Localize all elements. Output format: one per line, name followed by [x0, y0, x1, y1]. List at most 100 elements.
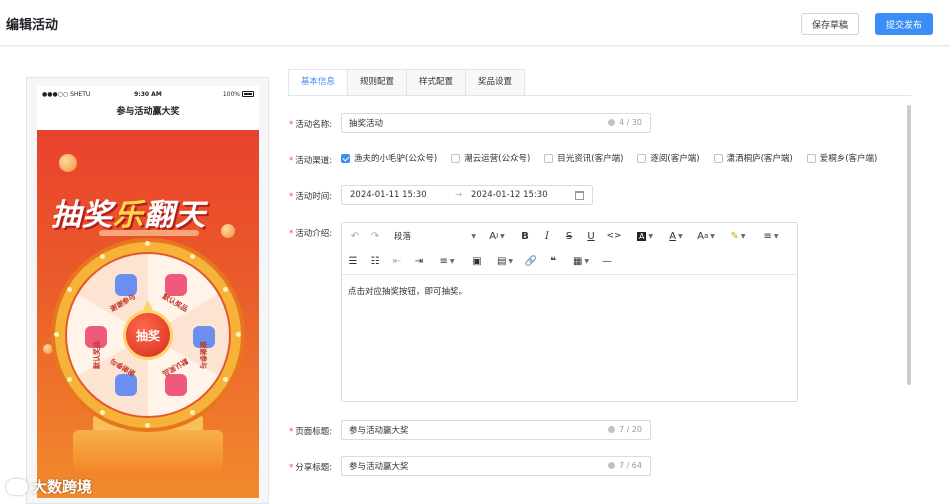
tab-style-config[interactable]: 样式配置: [406, 69, 467, 95]
tab-prize-settings[interactable]: 奖品设置: [465, 69, 526, 95]
activity-name-value: 抽奖活动: [349, 119, 384, 129]
outdent-icon[interactable]: ⇤: [390, 253, 404, 269]
underline-icon[interactable]: U: [584, 228, 598, 244]
activity-poster: 抽奖乐翻天 谢谢参与 默认奖品 谢谢参与 默认奖品 谢谢参与 默认奖品 抽奖: [37, 130, 259, 498]
tab-divider: [288, 95, 911, 96]
activity-name-input[interactable]: 抽奖活动 4 / 30: [341, 113, 651, 133]
watermark: 大数跨境: [6, 476, 92, 497]
wheel-segment-label: 谢谢参与: [199, 341, 207, 369]
activity-intro-label: * 活动介绍:: [289, 229, 333, 239]
font-style-icon[interactable]: Aa ▼: [694, 228, 718, 244]
page-title-value: 参与活动赢大奖: [349, 426, 409, 436]
checkbox-icon[interactable]: [451, 153, 461, 163]
chevron-down-icon: ▼: [471, 232, 476, 240]
calendar-icon[interactable]: [575, 191, 584, 200]
tab-rule-config[interactable]: 规则配置: [347, 69, 408, 95]
share-title-value: 参与活动赢大奖: [349, 462, 409, 472]
submit-publish-button[interactable]: 提交发布: [875, 13, 933, 35]
strikethrough-icon[interactable]: S: [562, 228, 576, 244]
editor-toolbar: ↶ ↷ 段落 ▼ A I ▼ B I S U <> A ▼ A ▼ Aa ▼ ✎ ▼ ≡ ▼ ☰…: [342, 223, 797, 275]
rich-text-editor: ↶ ↷ 段落 ▼ A I ▼ B I S U <> A ▼ A ▼ Aa ▼ ✎ ▼ ≡ ▼ ☰…: [341, 222, 798, 402]
checkbox-icon[interactable]: [637, 153, 647, 163]
end-date: 2024-01-12 15:30: [471, 190, 548, 200]
phone-screen: ●●●○○ SHETU 9:30 AM 100% 参与活动赢大奖 抽奖乐翻天 谢…: [37, 86, 259, 498]
table-icon[interactable]: ▦ ▼: [568, 253, 594, 269]
coin-decoration-icon: [59, 154, 77, 172]
prize-icon: [115, 374, 137, 396]
checkbox-icon[interactable]: [713, 153, 723, 163]
tab-basic-info[interactable]: 基本信息: [288, 69, 349, 95]
checkbox-icon[interactable]: [806, 153, 816, 163]
phone-status-bar: ●●●○○ SHETU 9:30 AM 100%: [37, 86, 259, 102]
channel-option[interactable]: 潇洒桐庐(客户端): [713, 152, 793, 164]
top-header: 编辑活动 保存草稿 提交发布: [0, 0, 950, 46]
background-color-icon[interactable]: A ▼: [632, 228, 658, 244]
checkbox-icon[interactable]: [544, 153, 554, 163]
line-height-icon[interactable]: ≡ ▼: [758, 228, 784, 244]
undo-icon[interactable]: ↶: [348, 228, 362, 244]
save-draft-button[interactable]: 保存草稿: [801, 13, 859, 35]
draw-button[interactable]: 抽奖: [123, 310, 173, 360]
channel-option[interactable]: 逐阅(客户端): [637, 152, 700, 164]
channel-option[interactable]: 目光资讯(客户端): [544, 152, 623, 164]
coin-decoration-icon: [221, 224, 235, 238]
battery-percent: 100%: [222, 90, 240, 98]
video-icon[interactable]: ▤ ▼: [492, 253, 518, 269]
channel-checkbox-group: 渔夫的小毛驴(公众号) 潮云运营(公众号) 目光资讯(客户端) 逐阅(客户端) …: [341, 152, 877, 164]
checkbox-checked-icon[interactable]: [341, 153, 350, 163]
highlight-icon[interactable]: ✎ ▼: [726, 228, 750, 244]
battery-status: 100%: [223, 91, 254, 98]
prize-icon: [165, 374, 187, 396]
page: 编辑活动 保存草稿 提交发布 ●●●○○ SHETU 9:30 AM 100% …: [0, 0, 950, 504]
start-date: 2024-01-11 15:30: [350, 190, 427, 200]
poster-headline: 抽奖乐翻天: [51, 190, 206, 234]
share-title-label: * 分享标题:: [289, 463, 333, 473]
font-color-icon[interactable]: A ▼: [664, 228, 688, 244]
clear-icon[interactable]: [607, 462, 615, 469]
clear-icon[interactable]: [607, 426, 615, 433]
coin-decoration-icon: [43, 344, 53, 354]
link-icon[interactable]: 🔗: [524, 253, 538, 269]
channel-option[interactable]: 潮云运营(公众号): [451, 152, 530, 164]
code-icon[interactable]: <>: [606, 228, 622, 244]
scrollbar-thumb[interactable]: [907, 105, 911, 385]
share-title-counter: 7 / 64: [607, 461, 642, 470]
range-arrow-icon: →: [455, 190, 463, 200]
activity-channel-label: * 活动渠道:: [289, 156, 333, 166]
bold-icon[interactable]: B: [518, 228, 532, 244]
redo-icon[interactable]: ↷: [368, 228, 382, 244]
bullet-list-icon[interactable]: ☰: [346, 253, 360, 269]
clear-icon[interactable]: [607, 119, 615, 126]
align-icon[interactable]: ≡ ▼: [434, 253, 460, 269]
page-title-label: * 页面标题:: [289, 427, 333, 437]
channel-option[interactable]: 渔夫的小毛驴(公众号): [341, 152, 437, 164]
form-scrollbar[interactable]: [907, 105, 911, 385]
headline-part-a: 抽奖: [51, 198, 113, 233]
date-range-picker[interactable]: 2024-01-11 15:30 → 2024-01-12 15:30: [341, 185, 593, 205]
divider-icon[interactable]: —: [600, 253, 614, 269]
indent-icon[interactable]: ⇥: [412, 253, 426, 269]
page-title-counter: 7 / 20: [607, 425, 642, 434]
phone-page-title: 参与活动赢大奖: [116, 107, 180, 117]
phone-preview: ●●●○○ SHETU 9:30 AM 100% 参与活动赢大奖 抽奖乐翻天 谢…: [26, 77, 269, 504]
activity-time-label: * 活动时间:: [289, 192, 333, 202]
wheel-stand: [73, 430, 223, 470]
watermark-logo-icon: [6, 478, 28, 495]
italic-icon[interactable]: I: [540, 228, 554, 244]
activity-name-counter: 4 / 30: [607, 118, 642, 127]
watermark-text: 大数跨境: [32, 478, 93, 496]
share-title-input[interactable]: 参与活动赢大奖 7 / 64: [341, 456, 651, 476]
numbered-list-icon[interactable]: ☷: [368, 253, 382, 269]
channel-option[interactable]: 爱桐乡(客户端): [806, 152, 877, 164]
editor-content[interactable]: 点击对应抽奖按钮，即可抽奖。: [348, 285, 467, 297]
page-title-input[interactable]: 参与活动赢大奖 7 / 20: [341, 420, 651, 440]
page-title: 编辑活动: [6, 18, 59, 33]
wheel-segment-label: 默认奖品: [93, 341, 101, 369]
image-icon[interactable]: ▣: [470, 253, 484, 269]
lottery-wheel[interactable]: 谢谢参与 默认奖品 谢谢参与 默认奖品 谢谢参与 默认奖品 抽奖: [54, 241, 241, 428]
headline-part-c: 翻天: [144, 198, 206, 233]
paragraph-select[interactable]: 段落 ▼: [394, 228, 476, 244]
quote-icon[interactable]: ❝: [546, 253, 560, 269]
headline-underline: [99, 230, 199, 236]
font-size-icon[interactable]: A I ▼: [484, 228, 510, 244]
